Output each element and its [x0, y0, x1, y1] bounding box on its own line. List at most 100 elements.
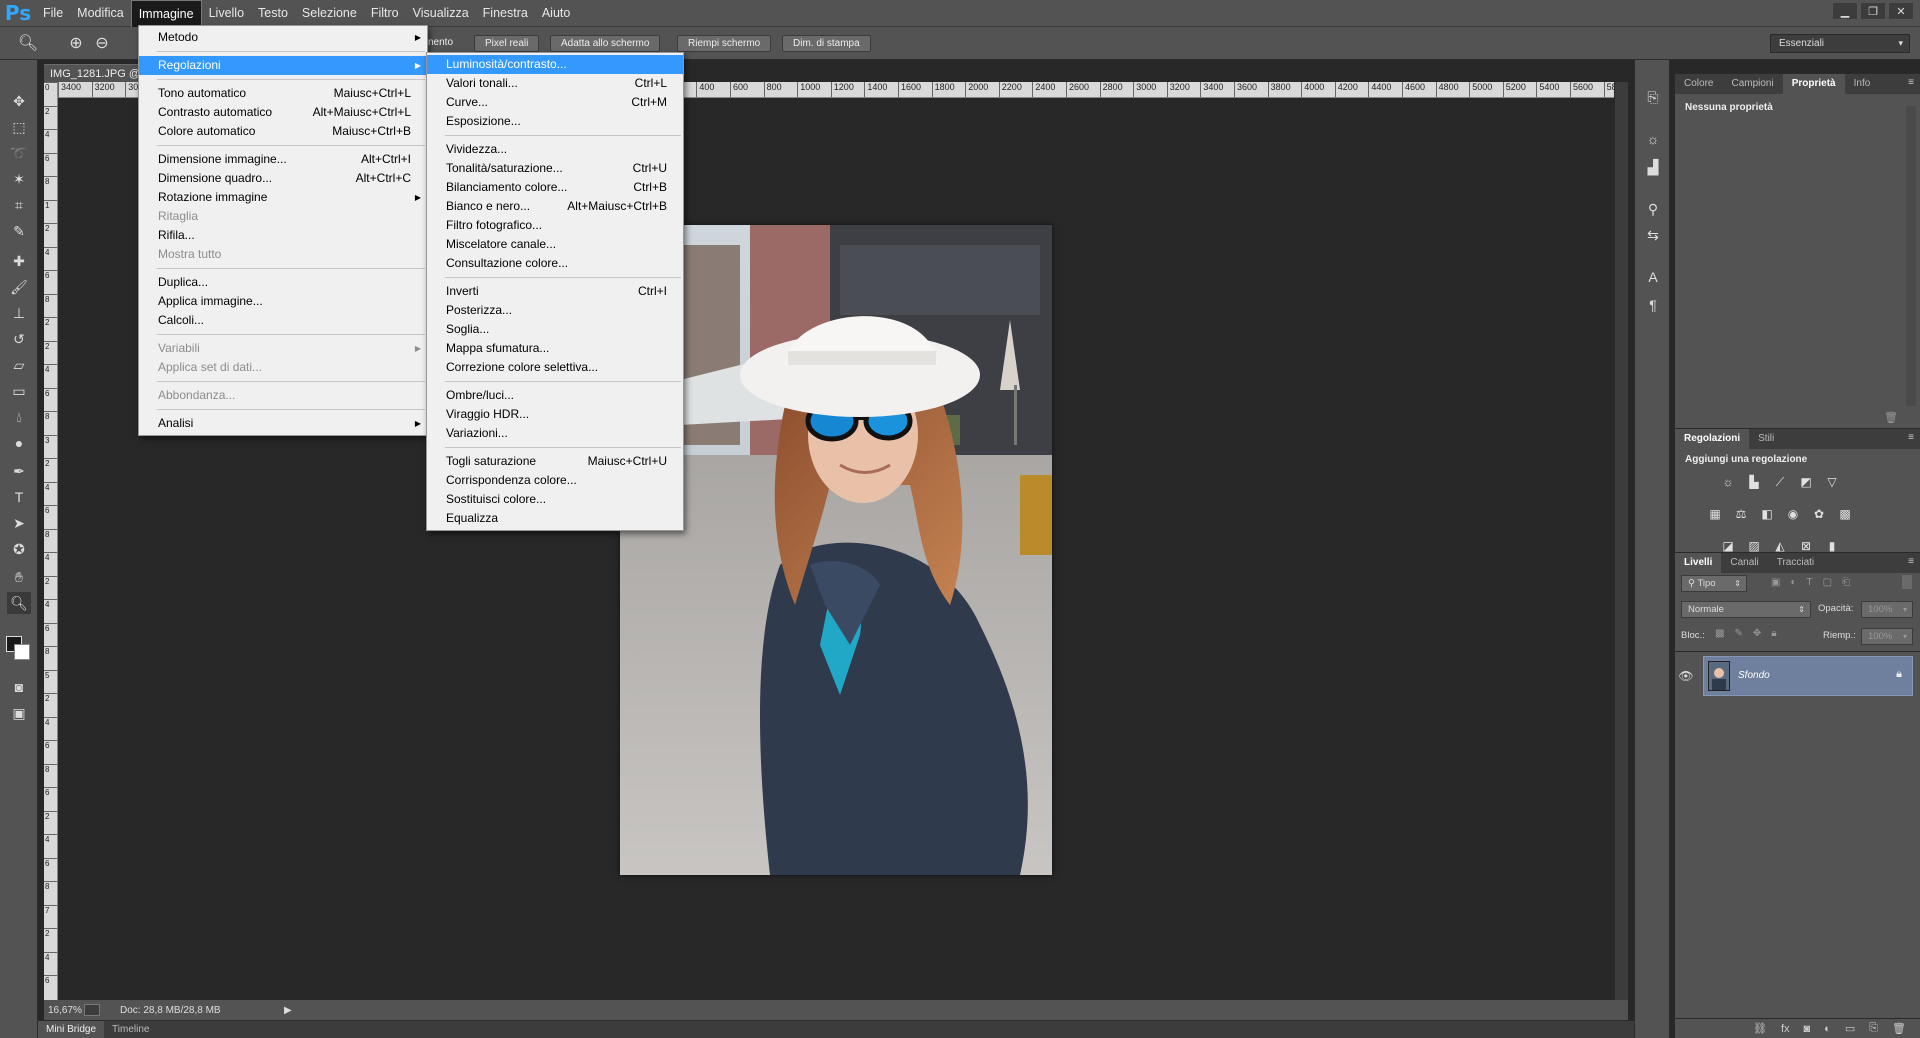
history-panel-icon[interactable]: ⎘	[1644, 88, 1662, 106]
restore-button[interactable]: ❐	[1860, 2, 1886, 20]
move-tool-icon[interactable]: ✥	[7, 90, 31, 112]
menu-item-tonalita-saturazione[interactable]: Tonalità/saturazione... Ctrl+U	[427, 159, 683, 178]
menu-item-mappa-sfumatura[interactable]: Mappa sfumatura...	[427, 339, 683, 358]
delete-layer-icon[interactable]: 🗑︎	[1892, 1022, 1906, 1035]
panel-menu-icon[interactable]: ≡	[1908, 432, 1914, 443]
menu-item-bilanciamento-colore[interactable]: Bilanciamento colore... Ctrl+B	[427, 178, 683, 197]
quick-mask-icon[interactable]: ◙	[7, 676, 31, 698]
menu-item-inverti[interactable]: Inverti Ctrl+I	[427, 282, 683, 301]
opacity-input[interactable]: 100% ▾	[1861, 601, 1913, 618]
brush-tool-icon[interactable]: 🖌︎	[7, 276, 31, 298]
menu-item-analisi[interactable]: Analisi ▶	[139, 414, 427, 433]
filter-toggle[interactable]	[1902, 575, 1912, 589]
layer-style-icon[interactable]: fx	[1781, 1023, 1790, 1035]
eyedropper-tool-icon[interactable]: ✎	[7, 220, 31, 242]
tool-presets-icon[interactable]: ⇆	[1644, 226, 1662, 244]
link-layers-icon[interactable]: ⛓︎	[1753, 1022, 1767, 1035]
zoom-tool-preset-icon[interactable]: 🔍︎	[18, 33, 38, 53]
brightness-contrast-icon[interactable]: ☼	[1720, 474, 1736, 490]
menu-item-curve[interactable]: Curve... Ctrl+M	[427, 93, 683, 112]
document-image[interactable]	[620, 225, 1052, 875]
menu-item-esposizione[interactable]: Esposizione...	[427, 112, 683, 131]
pen-tool-icon[interactable]: ✒	[7, 460, 31, 482]
menu-item-variazioni[interactable]: Variazioni...	[427, 424, 683, 443]
magic-wand-tool-icon[interactable]: ✶	[7, 168, 31, 190]
tab-campioni[interactable]: Campioni	[1722, 74, 1782, 94]
menu-item-equalizza[interactable]: Equalizza	[427, 509, 683, 528]
eye-icon[interactable]: 👁︎	[1675, 656, 1697, 696]
menu-item-contrasto-automatico[interactable]: Contrasto automatico Alt+Maiusc+Ctrl+L	[139, 103, 427, 122]
menu-item-miscelatore-canale[interactable]: Miscelatore canale...	[427, 235, 683, 254]
background-color-swatch[interactable]	[14, 644, 30, 660]
lock-all-icon[interactable]: 🔒︎	[1771, 628, 1776, 639]
color-lookup-icon[interactable]: ▩	[1837, 506, 1853, 522]
fill-screen-button[interactable]: Riempi schermo	[677, 35, 772, 52]
actual-pixels-button[interactable]: Pixel reali	[474, 35, 540, 52]
lock-pixels-icon[interactable]: ✎	[1734, 628, 1742, 639]
menu-item-vividezza[interactable]: Vividezza...	[427, 140, 683, 159]
trash-icon[interactable]: 🗑︎	[1884, 411, 1898, 424]
dodge-tool-icon[interactable]: ●	[7, 432, 31, 454]
menu-visualizza[interactable]: Visualizza	[406, 0, 476, 27]
zoom-tool-icon[interactable]: 🔍︎	[7, 592, 31, 614]
blend-mode-select[interactable]: Normale ⇕	[1681, 601, 1811, 618]
menu-selezione[interactable]: Selezione	[295, 0, 364, 27]
tab-livelli[interactable]: Livelli	[1675, 553, 1722, 573]
menu-item-viraggio-hdr[interactable]: Viraggio HDR...	[427, 405, 683, 424]
panel-menu-icon[interactable]: ≡	[1908, 77, 1914, 88]
proof-icon[interactable]	[84, 1004, 100, 1016]
eraser-tool-icon[interactable]: ▱	[7, 354, 31, 376]
tab-proprieta[interactable]: Proprietà	[1782, 74, 1845, 94]
properties-scrollbar[interactable]	[1906, 106, 1916, 406]
hand-tool-icon[interactable]: ✋︎	[7, 566, 31, 588]
menu-item-sostituisci-colore[interactable]: Sostituisci colore...	[427, 490, 683, 509]
screen-mode-icon[interactable]: ▣	[7, 702, 31, 724]
layer-row-sfondo[interactable]: Sfondo 🔒︎	[1703, 656, 1913, 696]
menu-item-metodo[interactable]: Metodo ▶	[139, 28, 427, 47]
menu-item-bianco-e-nero[interactable]: Bianco e nero... Alt+Maiusc+Ctrl+B	[427, 197, 683, 216]
menu-item-colore-automatico[interactable]: Colore automatico Maiusc+Ctrl+B	[139, 122, 427, 141]
lock-transparent-icon[interactable]: ▩	[1715, 628, 1724, 639]
menu-item-luminosita-contrasto[interactable]: Luminosità/contrasto...	[427, 55, 683, 74]
hue-saturation-icon[interactable]: ▦	[1707, 506, 1723, 522]
zoom-in-icon[interactable]: ⊕	[66, 33, 86, 53]
menu-item-rotazione-immagine[interactable]: Rotazione immagine ▶	[139, 188, 427, 207]
gradient-tool-icon[interactable]: ▭	[7, 380, 31, 402]
clone-stamp-tool-icon[interactable]: ⊥	[7, 302, 31, 324]
type-tool-icon[interactable]: T	[7, 486, 31, 508]
layer-filter-select[interactable]: ⚲ Tipo ⇕	[1681, 575, 1747, 592]
crop-tool-icon[interactable]: ⌗	[7, 194, 31, 216]
menu-item-dimensione-immagine[interactable]: Dimensione immagine... Alt+Ctrl+I	[139, 150, 427, 169]
workspace-select[interactable]: Essenziali ▾	[1770, 34, 1910, 53]
new-group-icon[interactable]: ▭	[1845, 1022, 1855, 1035]
menu-item-consultazione-colore[interactable]: Consultazione colore...	[427, 254, 683, 273]
healing-brush-tool-icon[interactable]: ✚	[7, 250, 31, 272]
tab-info[interactable]: Info	[1845, 74, 1880, 94]
fit-screen-button[interactable]: Adatta allo schermo	[550, 35, 661, 52]
color-balance-icon[interactable]: ⚖	[1733, 506, 1749, 522]
menu-finestra[interactable]: Finestra	[476, 0, 535, 27]
menu-filtro[interactable]: Filtro	[364, 0, 406, 27]
zoom-out-icon[interactable]: ⊖	[92, 33, 112, 53]
paragraph-panel-icon[interactable]: ¶	[1644, 296, 1662, 314]
zoom-level[interactable]: 16,67%	[44, 1005, 84, 1016]
menu-item-tono-automatico[interactable]: Tono automatico Maiusc+Ctrl+L	[139, 84, 427, 103]
menu-item-valori-tonali[interactable]: Valori tonali... Ctrl+L	[427, 74, 683, 93]
menu-livello[interactable]: Livello	[202, 0, 251, 27]
tab-canali[interactable]: Canali	[1721, 553, 1767, 573]
menu-immagine[interactable]: Immagine	[130, 0, 202, 27]
histogram-icon[interactable]: ▟	[1644, 158, 1662, 176]
menu-modifica[interactable]: Modifica	[70, 0, 131, 27]
shape-filter-icon[interactable]: ▢	[1823, 577, 1832, 588]
menu-item-duplica[interactable]: Duplica...	[139, 273, 427, 292]
panel-menu-icon[interactable]: ≡	[1908, 556, 1914, 567]
path-selection-tool-icon[interactable]: ➤	[7, 512, 31, 534]
tab-tracciati[interactable]: Tracciati	[1768, 553, 1823, 573]
new-adjustment-icon[interactable]: ◐	[1824, 1023, 1831, 1035]
blur-tool-icon[interactable]: 💧︎	[7, 406, 31, 428]
brush-presets-icon[interactable]: ⚲	[1644, 200, 1662, 218]
tab-colore[interactable]: Colore	[1675, 74, 1722, 94]
menu-aiuto[interactable]: Aiuto	[535, 0, 578, 27]
adjustment-filter-icon[interactable]: ◐	[1790, 577, 1796, 588]
menu-item-corrispondenza-colore[interactable]: Corrispondenza colore...	[427, 471, 683, 490]
